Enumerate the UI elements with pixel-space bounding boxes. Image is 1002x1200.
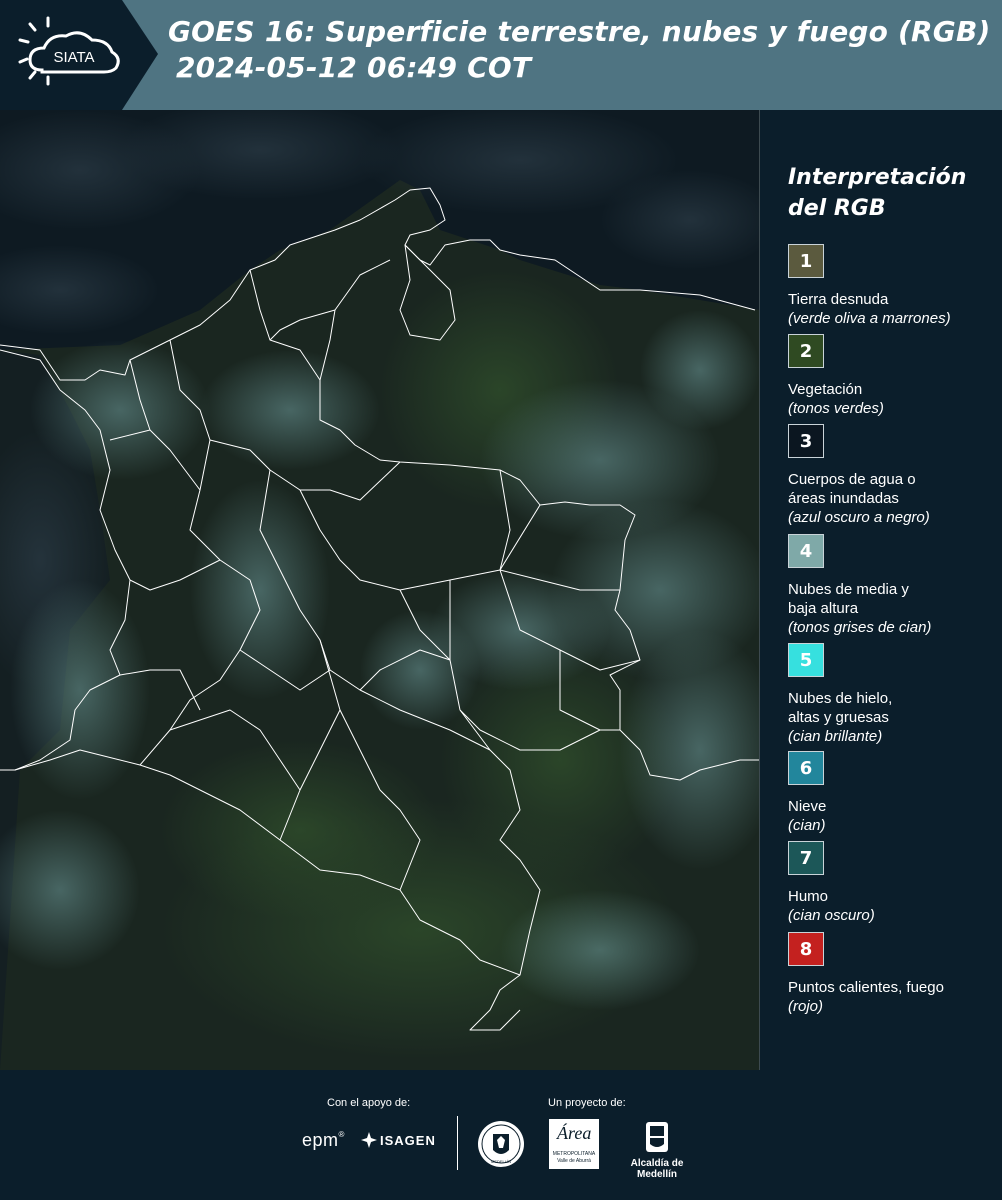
legend-label-7-line-1: Humo	[788, 888, 829, 905]
legend-swatch-8: 8	[788, 932, 824, 966]
legend-item-7: 7 Humo (cian oscuro)	[788, 841, 998, 925]
alcaldia-shield-icon	[646, 1122, 668, 1152]
seal-text: MEDELLÍN	[491, 1159, 511, 1164]
legend-swatch-2: 2	[788, 334, 824, 368]
alcaldia-text: Alcaldía de Medellín	[630, 1158, 684, 1180]
legend-label-1: Tierra desnuda	[788, 290, 998, 309]
legend-num-6: 6	[799, 757, 813, 779]
project-caption: Un proyecto de:	[548, 1097, 626, 1109]
legend-title-line-2: del RGB	[788, 196, 886, 221]
legend-sub-6: (cian)	[788, 817, 826, 834]
legend-num-1: 1	[799, 250, 813, 272]
legend-label-3-line-1: Cuerpos de agua o	[788, 471, 916, 488]
legend-label-5: Nubes de hielo, altas y gruesas	[788, 689, 998, 727]
legend-num-4: 4	[799, 540, 813, 562]
legend-label-6-line-1: Nieve	[788, 798, 827, 815]
seal-icon: MEDELLÍN	[478, 1121, 524, 1167]
legend-sub-7: (cian oscuro)	[788, 907, 875, 924]
area-logo-sub: METROPOLITANA	[552, 1151, 596, 1157]
legend-swatch-5: 5	[788, 643, 824, 677]
legend-swatch-3: 3	[788, 424, 824, 458]
siata-logo[interactable]: SIATA	[0, 0, 158, 110]
legend-label-7: Humo	[788, 887, 998, 906]
legend-label-8-line-1: Puntos calientes, fuego	[788, 979, 944, 996]
legend-label-5-line-1: Nubes de hielo,	[788, 690, 893, 707]
area-logo-sub2: Valle de Aburrá	[557, 1158, 591, 1164]
footer-separator	[457, 1116, 458, 1170]
logo-text: SIATA	[53, 49, 94, 66]
legend-item-4: 4 Nubes de media y baja altura (tonos gri…	[788, 534, 998, 637]
alcaldia-logo[interactable]: Alcaldía de Medellín	[612, 1118, 702, 1180]
legend-sub-2: (tonos verdes)	[788, 400, 884, 417]
legend-sub-1: (verde oliva a marrones)	[788, 310, 951, 327]
legend-item-1: 1 Tierra desnuda (verde oliva a marrones…	[788, 244, 998, 328]
siata-logo-shape: SIATA	[0, 0, 158, 110]
legend-swatch-7: 7	[788, 841, 824, 875]
legend-sub-5: (cian brillante)	[788, 728, 883, 745]
legend-label-3: Cuerpos de agua o áreas inundadas	[788, 470, 998, 508]
medellin-seal[interactable]: MEDELLÍN	[476, 1118, 526, 1174]
legend-num-5: 5	[799, 649, 813, 671]
legend-item-6: 6 Nieve (cian)	[788, 751, 998, 835]
map-canvas	[0, 110, 759, 1070]
isagen-logo[interactable]: ISAGEN	[360, 1131, 436, 1149]
epm-logo[interactable]: epm®	[302, 1130, 345, 1151]
footer: Con el apoyo de: Un proyecto de: epm® IS…	[0, 1070, 1002, 1200]
legend-label-3-line-2: áreas inundadas	[788, 490, 899, 507]
legend-swatch-6: 6	[788, 751, 824, 785]
legend-label-4-line-2: baja altura	[788, 600, 859, 617]
legend-label-4-line-1: Nubes de media y	[788, 581, 909, 598]
legend-item-5: 5 Nubes de hielo, altas y gruesas (cian b…	[788, 643, 998, 746]
isagen-logo-text: ISAGEN	[380, 1132, 436, 1148]
legend-label-4: Nubes de media y baja altura	[788, 580, 998, 618]
legend-num-2: 2	[799, 340, 813, 362]
support-caption: Con el apoyo de:	[327, 1097, 411, 1109]
area-metropolitana-logo[interactable]: Área METROPOLITANA Valle de Aburrá	[549, 1119, 599, 1169]
legend-panel: Interpretación del RGB 1 Tierra desnuda …	[760, 110, 1002, 1070]
legend-label-8: Puntos calientes, fuego	[788, 978, 998, 997]
registered-mark-icon: ®	[338, 1130, 345, 1139]
legend-label-5-line-2: altas y gruesas	[788, 709, 889, 726]
legend-title-line-1: Interpretación	[788, 165, 967, 190]
legend-num-8: 8	[799, 938, 813, 960]
legend-swatch-4: 4	[788, 534, 824, 568]
legend-num-7: 7	[799, 847, 813, 869]
legend-title: Interpretación del RGB	[788, 162, 998, 224]
epm-logo-text: epm	[302, 1130, 339, 1150]
page-title: GOES 16: Superficie terrestre, nubes y f…	[168, 14, 998, 86]
satellite-map[interactable]	[0, 110, 760, 1070]
legend-label-1-line-1: Tierra desnuda	[788, 291, 889, 308]
legend-item-2: 2 Vegetación (tonos verdes)	[788, 334, 998, 418]
legend-item-8: 8 Puntos calientes, fuego (rojo)	[788, 932, 998, 1016]
legend-swatch-1: 1	[788, 244, 824, 278]
legend-sub-8: (rojo)	[788, 998, 824, 1015]
legend-item-3: 3 Cuerpos de agua o áreas inundadas (azul…	[788, 424, 998, 527]
title-line-1: GOES 16: Superficie terrestre, nubes y f…	[168, 15, 991, 48]
header-bar: SIATA GOES 16: Superficie terrestre, nub…	[0, 0, 1002, 110]
legend-label-2-line-1: Vegetación	[788, 381, 863, 398]
legend-sub-4: (tonos grises de cian)	[788, 619, 932, 636]
area-logo-text: Área	[557, 1123, 592, 1143]
legend-label-2: Vegetación	[788, 380, 998, 399]
title-line-2: 2024-05-12 06:49 COT	[176, 51, 532, 84]
legend-sub-3: (azul oscuro a negro)	[788, 509, 930, 526]
legend-num-3: 3	[799, 430, 813, 452]
legend-label-6: Nieve	[788, 797, 998, 816]
isagen-mark-icon	[361, 1132, 377, 1148]
